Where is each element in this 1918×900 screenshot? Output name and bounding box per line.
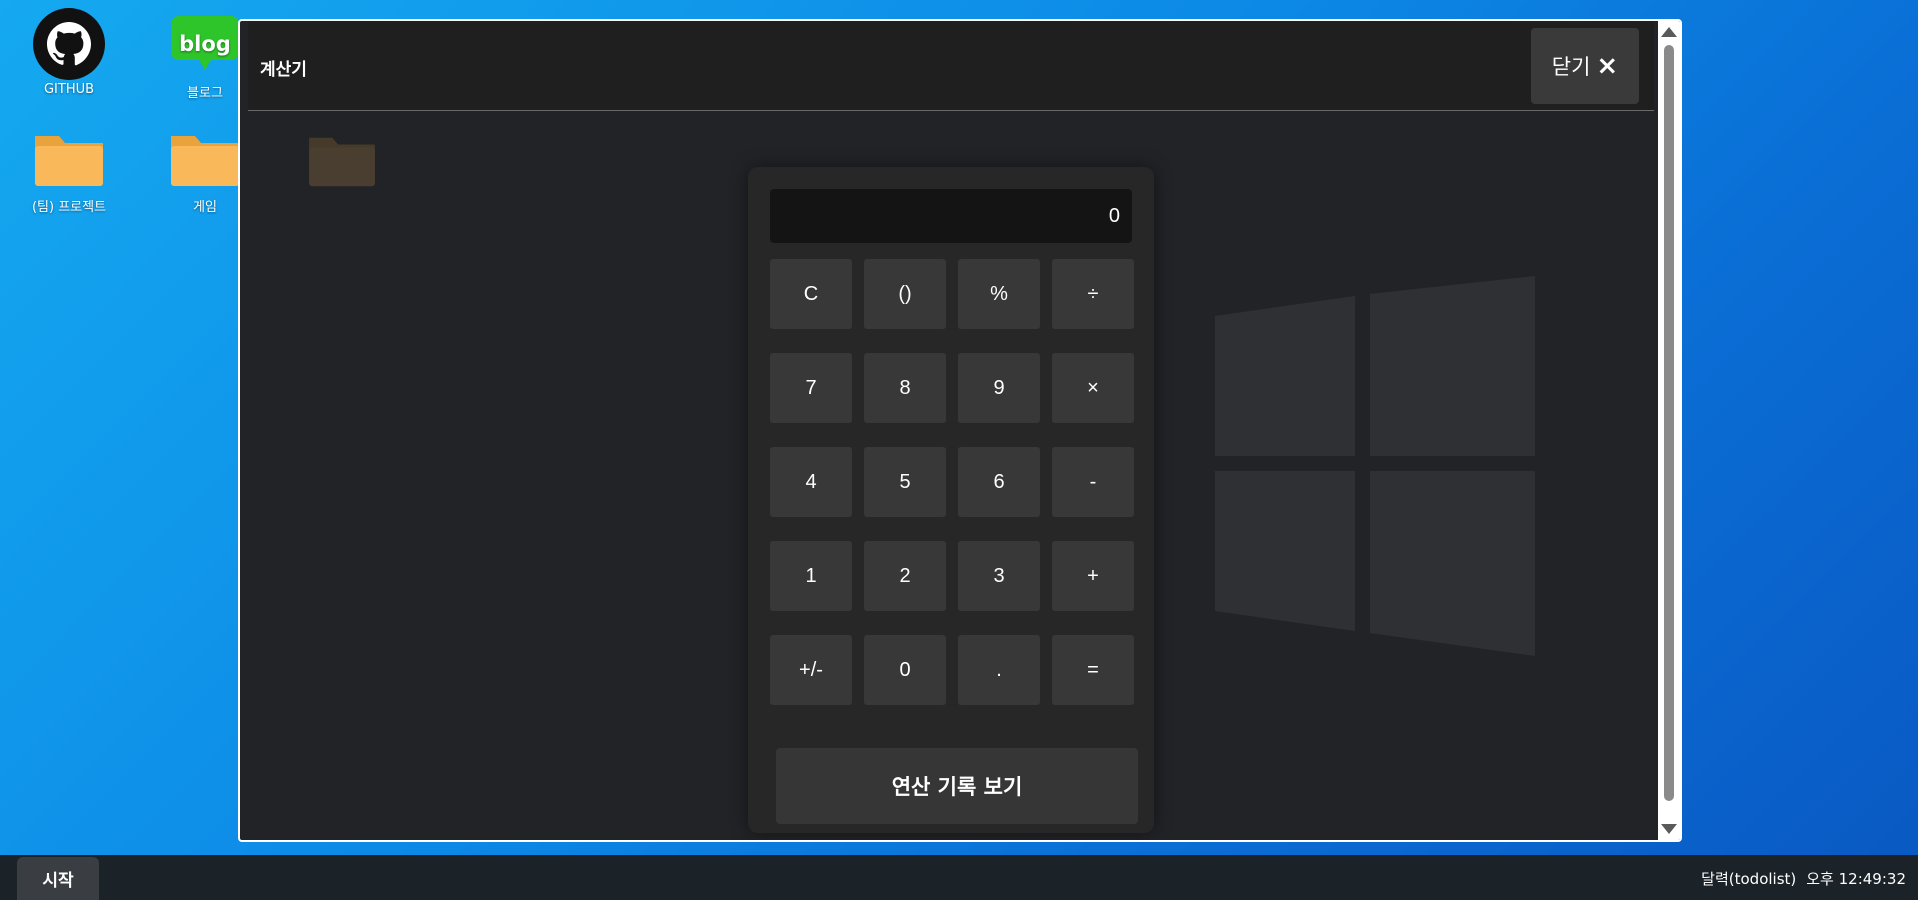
blog-badge-text: blog (179, 32, 231, 56)
key-percent[interactable]: % (958, 259, 1040, 329)
desktop-icon-team-project[interactable]: (팀) 프로젝트 (9, 122, 129, 215)
scroll-up-arrow-icon[interactable] (1661, 27, 1677, 37)
calculator: 0 C () % ÷ 7 8 9 × 4 5 6 - 1 2 3 + +/- 0… (748, 167, 1154, 833)
desktop-icon-label: GITHUB (43, 82, 95, 97)
desktop-icon-label: 블로그 (187, 86, 223, 101)
close-icon: × (1596, 51, 1619, 81)
key-2[interactable]: 2 (864, 541, 946, 611)
window-scrollbar[interactable] (1658, 21, 1680, 840)
desktop-icon-github[interactable]: GITHUB (9, 8, 129, 97)
window-title: 계산기 (260, 60, 307, 80)
scroll-down-arrow-icon[interactable] (1661, 824, 1677, 834)
desktop-icon-label: 게임 (193, 200, 217, 215)
key-8[interactable]: 8 (864, 353, 946, 423)
key-5[interactable]: 5 (864, 447, 946, 517)
key-divide[interactable]: ÷ (1052, 259, 1134, 329)
calculator-window: 계산기 닫기 × 0 C () % ÷ 7 8 9 × 4 5 6 - 1 2 … (238, 19, 1682, 842)
key-multiply[interactable]: × (1052, 353, 1134, 423)
close-button[interactable]: 닫기 × (1531, 28, 1639, 104)
key-negate[interactable]: +/- (770, 635, 852, 705)
clock: 오후 12:49:32 (1806, 870, 1906, 888)
blog-icon: blog (169, 8, 241, 80)
system-tray: 달력(todolist) 오후 12:49:32 (1701, 868, 1906, 889)
window-header: 계산기 닫기 × (248, 21, 1654, 111)
calendar-app-link[interactable]: 달력(todolist) (1701, 868, 1796, 889)
key-decimal[interactable]: . (958, 635, 1040, 705)
key-9[interactable]: 9 (958, 353, 1040, 423)
folder-icon (309, 137, 375, 187)
view-history-button[interactable]: 연산 기록 보기 (776, 748, 1138, 824)
key-0[interactable]: 0 (864, 635, 946, 705)
key-clear[interactable]: C (770, 259, 852, 329)
key-4[interactable]: 4 (770, 447, 852, 517)
key-6[interactable]: 6 (958, 447, 1040, 517)
key-1[interactable]: 1 (770, 541, 852, 611)
key-3[interactable]: 3 (958, 541, 1040, 611)
key-parentheses[interactable]: () (864, 259, 946, 329)
start-button[interactable]: 시작 (17, 857, 99, 900)
windows-logo-icon (1215, 276, 1535, 656)
key-7[interactable]: 7 (770, 353, 852, 423)
scroll-thumb[interactable] (1664, 45, 1674, 801)
key-equals[interactable]: = (1052, 635, 1134, 705)
key-subtract[interactable]: - (1052, 447, 1134, 517)
calculator-display: 0 (770, 189, 1132, 243)
folder-icon (169, 122, 241, 194)
desktop-icon-label: (팀) 프로젝트 (31, 200, 107, 215)
key-add[interactable]: + (1052, 541, 1134, 611)
folder-icon (33, 122, 105, 194)
close-label: 닫기 (1551, 55, 1591, 79)
taskbar: 시작 달력(todolist) 오후 12:49:32 (0, 855, 1918, 900)
github-icon (33, 8, 105, 80)
calculator-keypad: C () % ÷ 7 8 9 × 4 5 6 - 1 2 3 + +/- 0 .… (770, 259, 1134, 705)
